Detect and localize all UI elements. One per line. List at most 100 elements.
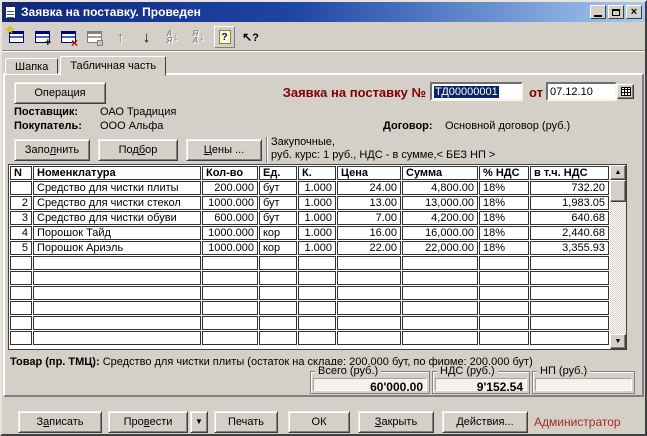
titlebar[interactable]: Заявка на поставку. Проведен × [2,2,645,22]
table-cell[interactable]: 732.20 [530,181,609,195]
table-cell[interactable]: 640.68 [530,211,609,225]
table-cell[interactable]: 24.00 [337,181,401,195]
table-header-row: N Номенклатура Кол-во Ед. К. Цена Сумма … [10,166,609,180]
minimize-button[interactable] [590,5,606,19]
ok-button[interactable]: ОК [288,411,350,433]
totals-total-label: Всего (руб.) [315,365,381,377]
post-dropdown-button[interactable]: ▼ [190,411,208,433]
items-table: N Номенклатура Кол-во Ед. К. Цена Сумма … [9,165,610,346]
doc-number-input[interactable]: ТД00000001 [430,82,523,101]
actions-menu-button[interactable]: Действия... [442,411,528,433]
col-k[interactable]: К. [298,166,336,180]
close-form-button[interactable]: Закрыть [358,411,434,433]
sparkle-icon: ★ [6,25,14,36]
col-nomenclature[interactable]: Номенклатура [33,166,201,180]
supplier-label: Поставщик: [14,106,78,118]
table-cell[interactable]: кор [259,226,297,240]
sort-arrow-icon: ↓ [199,31,205,43]
table-cell[interactable]: 4,800.00 [402,181,478,195]
table-cell[interactable]: 18% [479,226,529,240]
col-qty[interactable]: Кол-во [202,166,258,180]
table-cell[interactable]: 1000.000 [202,226,258,240]
table-cell[interactable]: бут [259,181,297,195]
table-cell[interactable]: 22.00 [337,241,401,255]
help-icon: ? [219,30,231,44]
new-row-button[interactable]: ★ [6,26,27,48]
move-down-icon: ↓ [143,29,151,46]
table-cell[interactable]: 1.000 [298,181,336,195]
table-cell[interactable]: 1.000 [298,211,336,225]
scroll-thumb[interactable] [610,180,626,202]
table-cell[interactable]: Порошок Ариэль [33,241,201,255]
table-cell[interactable]: 3 [10,211,32,225]
table-cell[interactable]: 1.000 [298,226,336,240]
doc-date-prefix: от [529,85,543,100]
close-button[interactable]: × [626,5,642,19]
table-cell[interactable]: 2,440.68 [530,226,609,240]
table-cell[interactable]: Средство для чистки обуви [33,211,201,225]
help-button[interactable]: ? [214,26,235,48]
table-cell[interactable]: 18% [479,241,529,255]
copy-row-button[interactable]: + [32,26,53,48]
table-cell[interactable]: 18% [479,196,529,210]
col-vat-amt[interactable]: в т.ч. НДС [530,166,609,180]
col-unit[interactable]: Ед. [259,166,297,180]
table-row-empty [10,301,609,315]
table-cell[interactable]: 1000.000 [202,196,258,210]
col-sum[interactable]: Сумма [402,166,478,180]
tab-table-part[interactable]: Табличная часть [60,56,166,76]
table-row: 3 Средство для чистки обуви 600.000 бут … [10,211,609,225]
col-price[interactable]: Цена [337,166,401,180]
delete-row-button[interactable]: × [58,26,79,48]
prices-button[interactable]: Цены ... [186,139,262,161]
table-cell[interactable]: Средство для чистки плиты [33,181,201,195]
table-cell[interactable]: 7.00 [337,211,401,225]
table-cell[interactable]: 1.000 [298,241,336,255]
col-n[interactable]: N [10,166,32,180]
table-cell[interactable]: 3,355.93 [530,241,609,255]
table-cell[interactable]: 4 [10,226,32,240]
table-cell[interactable]: 16,000.00 [402,226,478,240]
table-cell[interactable]: 4,200.00 [402,211,478,225]
table-cell[interactable]: бут [259,211,297,225]
table-cell[interactable]: 1,983.05 [530,196,609,210]
table-cell[interactable]: Порошок Тайд [33,226,201,240]
table-cell[interactable]: 18% [479,211,529,225]
price-divider [266,137,268,163]
table-row-empty [10,331,609,345]
table-cell[interactable]: 13,000.00 [402,196,478,210]
pick-button[interactable]: Подбор [98,139,178,161]
table-cell[interactable]: Средство для чистки стекол [33,196,201,210]
post-button[interactable]: Провести [108,411,188,433]
doc-date-input[interactable]: 07.12.10 [546,82,617,101]
table-cell[interactable]: 2 [10,196,32,210]
table-cell[interactable]: 5 [10,241,32,255]
table-cell[interactable]: 600.000 [202,211,258,225]
save-button[interactable]: Записать [18,411,102,433]
table-cell[interactable]: 1 [10,181,32,195]
table-cell[interactable]: 1000.000 [202,241,258,255]
fill-button[interactable]: Заполнить [14,139,90,161]
vertical-scrollbar[interactable]: ▲ ▼ [610,165,626,349]
context-help-button[interactable]: ↖? [240,26,261,48]
table-cell[interactable]: 200.000 [202,181,258,195]
scroll-down-button[interactable]: ▼ [610,334,626,349]
scroll-up-button[interactable]: ▲ [610,165,626,180]
move-down-button[interactable]: ↓ [136,26,157,48]
calendar-button[interactable] [617,84,634,99]
col-vat-pct[interactable]: % НДС [479,166,529,180]
table-row: 2 Средство для чистки стекол 1000.000 бу… [10,196,609,210]
table-cell[interactable]: 13.00 [337,196,401,210]
red-cross-icon: × [71,36,78,50]
table-cell[interactable]: 16.00 [337,226,401,240]
table-cell[interactable]: кор [259,241,297,255]
table-cell[interactable]: 1.000 [298,196,336,210]
table-cell[interactable]: бут [259,196,297,210]
tab-header[interactable]: Шапка [5,58,58,74]
maximize-button[interactable] [608,5,624,19]
print-button[interactable]: Печать [214,411,278,433]
table-cell[interactable]: 22,000.00 [402,241,478,255]
operation-button[interactable]: Операция [14,82,106,104]
table-cell[interactable]: 18% [479,181,529,195]
document-icon [5,6,16,19]
